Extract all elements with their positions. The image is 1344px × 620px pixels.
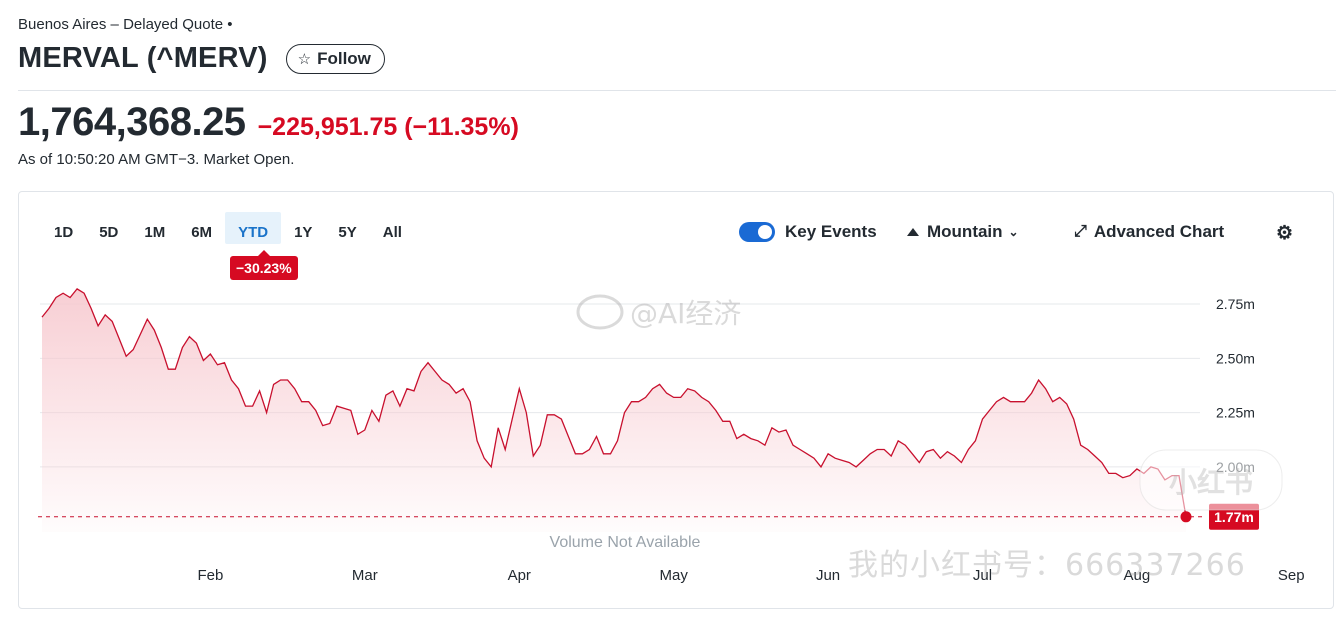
x-tick-label: Jun <box>816 567 840 584</box>
y-tick-label: 2.25m <box>1216 405 1255 421</box>
weibo-watermark: @AI经济 <box>630 297 742 330</box>
weibo-logo-icon <box>576 294 624 330</box>
xiaohongshu-id-watermark: 我的小红书号：666337266 <box>848 548 1246 583</box>
xiaohongshu-logo: 小红书 <box>1169 466 1253 499</box>
x-tick-label: May <box>659 567 688 584</box>
y-tick-label: 2.75m <box>1216 296 1255 312</box>
volume-note: Volume Not Available <box>550 534 701 551</box>
last-price-label: 1.77m <box>1214 509 1254 525</box>
y-tick-label: 2.50m <box>1216 350 1255 366</box>
x-tick-label: Apr <box>508 567 531 584</box>
x-tick-label: Feb <box>198 567 224 584</box>
x-tick-label: Mar <box>352 567 378 584</box>
last-price-dot <box>1180 511 1192 523</box>
x-tick-label: Sep <box>1278 567 1305 584</box>
